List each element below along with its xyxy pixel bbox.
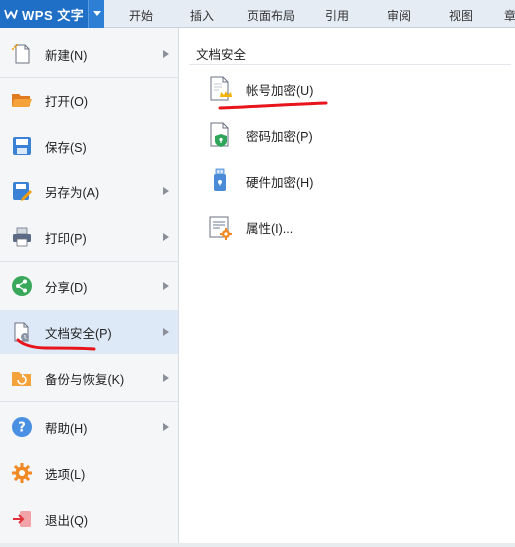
submenu-item-properties[interactable]: 属性(I)...: [203, 207, 463, 247]
tab-chapter[interactable]: 章: [504, 0, 515, 28]
app-title: WPS 文字: [22, 7, 85, 23]
tab-references[interactable]: 引用: [313, 0, 361, 28]
wps-app-menu-button[interactable]: WPS 文字: [0, 0, 104, 28]
app-menu-dropdown-icon[interactable]: [88, 0, 104, 28]
menu-item-label: 另存为(A): [45, 185, 100, 200]
menu-item-save[interactable]: 保存(S): [0, 124, 178, 168]
menu-item-label: 帮助(H): [45, 421, 88, 436]
menu-item-share[interactable]: 分享(D): [0, 264, 178, 308]
submenu-item-password-encrypt[interactable]: 密码加密(P): [203, 115, 463, 155]
red-annotation-underline-right: [218, 101, 328, 110]
menu-item-label: 新建(N): [45, 48, 88, 63]
save-icon: [11, 135, 33, 157]
printer-icon: [11, 226, 33, 248]
submenu-arrow-icon: [163, 374, 169, 382]
save-as-icon: [11, 180, 33, 202]
menu-item-backup-restore[interactable]: 备份与恢复(K): [0, 356, 178, 400]
menu-item-label: 打开(O): [45, 94, 89, 109]
options-gear-icon: [11, 462, 33, 484]
submenu-title: 文档安全: [196, 48, 247, 62]
open-folder-icon: [11, 89, 33, 111]
password-encrypt-icon: [207, 120, 233, 150]
exit-icon: [11, 508, 33, 530]
tab-page-layout[interactable]: 页面布局: [242, 0, 300, 28]
red-annotation-underline-left: [16, 338, 96, 351]
menu-item-label: 打印(P): [45, 231, 87, 246]
submenu-arrow-icon: [163, 328, 169, 336]
tab-review[interactable]: 审阅: [375, 0, 423, 28]
tab-home[interactable]: 开始: [117, 0, 165, 28]
submenu-arrow-icon: [163, 282, 169, 290]
submenu-divider: [189, 64, 511, 65]
wps-logo-icon: [4, 9, 18, 19]
submenu-arrow-icon: [163, 50, 169, 58]
tab-insert[interactable]: 插入: [178, 0, 226, 28]
menu-item-help[interactable]: ? 帮助(H): [0, 405, 178, 449]
menu-item-label: 分享(D): [45, 280, 88, 295]
submenu-item-hardware-encrypt[interactable]: 硬件加密(H): [203, 161, 463, 201]
submenu-item-label: 硬件加密(H): [246, 175, 314, 190]
new-document-icon: [11, 43, 33, 65]
file-menu: 新建(N) 打开(O) 保存(S) 另存为(A) 打印(P) 分享(D) 文档安…: [0, 28, 179, 547]
tab-view[interactable]: 视图: [437, 0, 485, 28]
help-icon: ?: [11, 416, 33, 438]
submenu-item-label: 属性(I)...: [246, 221, 294, 236]
menu-item-print[interactable]: 打印(P): [0, 215, 178, 259]
submenu-arrow-icon: [163, 233, 169, 241]
ribbon-bar: WPS 文字 开始 插入 页面布局 引用 审阅 视图 章: [0, 0, 515, 28]
submenu-arrow-icon: [163, 187, 169, 195]
menu-item-new[interactable]: 新建(N): [0, 32, 178, 76]
menu-item-options[interactable]: 选项(L): [0, 451, 178, 495]
submenu-item-label: 帐号加密(U): [246, 83, 314, 98]
menu-item-open[interactable]: 打开(O): [0, 78, 178, 122]
submenu-arrow-icon: [163, 423, 169, 431]
share-icon: [11, 275, 33, 297]
svg-text:?: ?: [18, 421, 26, 436]
menu-item-label: 保存(S): [45, 140, 87, 155]
submenu-item-label: 密码加密(P): [246, 129, 313, 144]
menu-item-exit[interactable]: 退出(Q): [0, 497, 178, 541]
menu-item-save-as[interactable]: 另存为(A): [0, 169, 178, 213]
bottom-scroll-edge: [0, 543, 515, 547]
usb-hardware-encrypt-icon: [207, 166, 233, 196]
menu-item-label: 选项(L): [45, 467, 86, 482]
properties-icon: [207, 212, 233, 242]
backup-restore-icon: [11, 367, 33, 389]
menu-item-label: 退出(Q): [45, 513, 89, 528]
menu-item-label: 备份与恢复(K): [45, 372, 125, 387]
